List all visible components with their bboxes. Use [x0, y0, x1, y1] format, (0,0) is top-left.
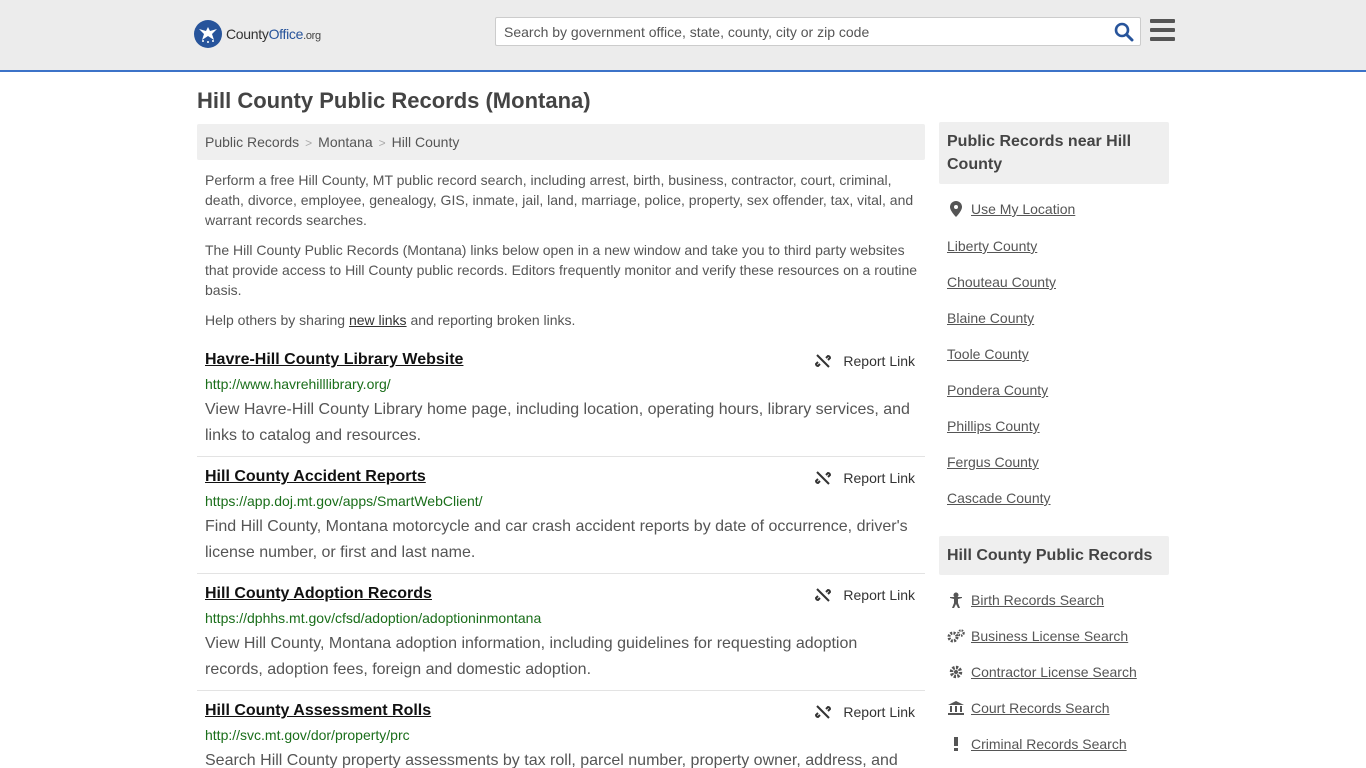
report-link-button[interactable]: Report Link: [815, 704, 915, 720]
breadcrumb-montana[interactable]: Montana: [318, 134, 372, 150]
baby-icon: [947, 592, 965, 608]
breadcrumb: Public Records > Montana > Hill County: [197, 124, 925, 160]
record-title-link[interactable]: Hill County Adoption Records: [205, 585, 432, 603]
page-title: Hill County Public Records (Montana): [197, 88, 591, 113]
nearby-county-link[interactable]: Liberty County: [947, 238, 1037, 254]
record-description: View Havre-Hill County Library home page…: [205, 401, 910, 444]
gear-icon: [947, 664, 965, 680]
court-records-link[interactable]: Court Records Search: [947, 700, 1110, 716]
birth-records-link[interactable]: Birth Records Search: [947, 592, 1104, 608]
record-item: Hill County Accident Reports Report Link…: [197, 468, 925, 574]
nearby-county-link[interactable]: Chouteau County: [947, 274, 1056, 290]
record-item: Hill County Assessment Rolls Report Link…: [197, 702, 925, 768]
broken-link-icon: [815, 588, 832, 602]
broken-link-icon: [815, 354, 832, 368]
breadcrumb-separator: >: [305, 136, 313, 150]
record-item: Havre-Hill County Library Website Report…: [197, 351, 925, 457]
eagle-seal-icon: [194, 20, 222, 48]
search-box: [495, 17, 1141, 46]
location-pin-icon: [947, 201, 965, 217]
intro-paragraph-1: Perform a free Hill County, MT public re…: [205, 172, 914, 228]
nearby-county-link[interactable]: Toole County: [947, 346, 1029, 362]
courthouse-icon: [947, 700, 965, 716]
broken-link-icon: [815, 471, 832, 485]
record-description: View Hill County, Montana adoption infor…: [205, 635, 858, 678]
breadcrumb-public-records[interactable]: Public Records: [205, 134, 299, 150]
county-records-heading: Hill County Public Records: [939, 536, 1169, 575]
record-url: https://dphhs.mt.gov/cfsd/adoption/adopt…: [205, 610, 542, 626]
nearby-county-link[interactable]: Fergus County: [947, 454, 1039, 470]
record-description: Search Hill County property assessments …: [205, 752, 898, 768]
new-links-link[interactable]: new links: [349, 312, 407, 328]
site-logo[interactable]: CountyOffice.org: [194, 20, 321, 48]
record-item: Hill County Adoption Records Report Link…: [197, 585, 925, 691]
criminal-records-link[interactable]: Criminal Records Search: [947, 736, 1127, 752]
hamburger-menu-icon[interactable]: [1150, 19, 1175, 41]
use-my-location-link[interactable]: Use My Location: [947, 201, 1075, 217]
nearby-county-link[interactable]: Pondera County: [947, 382, 1048, 398]
business-license-link[interactable]: Business License Search: [947, 628, 1128, 644]
intro-paragraph-2: The Hill County Public Records (Montana)…: [205, 242, 918, 298]
record-title-link[interactable]: Havre-Hill County Library Website: [205, 351, 463, 369]
contractor-license-link[interactable]: Contractor License Search: [947, 664, 1137, 680]
report-link-button[interactable]: Report Link: [815, 587, 915, 603]
report-link-button[interactable]: Report Link: [815, 470, 915, 486]
site-header: CountyOffice.org: [0, 0, 1366, 72]
logo-text: CountyOffice.org: [226, 26, 321, 42]
record-url: http://svc.mt.gov/dor/property/prc: [205, 727, 410, 743]
exclamation-icon: [947, 736, 965, 752]
record-title-link[interactable]: Hill County Accident Reports: [205, 468, 426, 486]
breadcrumb-hill-county[interactable]: Hill County: [392, 134, 460, 150]
record-url: https://app.doj.mt.gov/apps/SmartWebClie…: [205, 493, 483, 509]
breadcrumb-separator: >: [378, 136, 386, 150]
nearby-county-link[interactable]: Phillips County: [947, 418, 1040, 434]
nearby-heading: Public Records near Hill County: [939, 122, 1169, 184]
report-link-button[interactable]: Report Link: [815, 353, 915, 369]
gears-icon: [947, 628, 965, 644]
record-title-link[interactable]: Hill County Assessment Rolls: [205, 702, 431, 720]
nearby-county-link[interactable]: Cascade County: [947, 490, 1051, 506]
nearby-county-link[interactable]: Blaine County: [947, 310, 1034, 326]
intro-paragraph-3: Help others by sharing new links and rep…: [205, 312, 576, 328]
broken-link-icon: [815, 705, 832, 719]
search-icon[interactable]: [1114, 22, 1134, 42]
record-url: http://www.havrehilllibrary.org/: [205, 376, 391, 392]
search-input[interactable]: [496, 18, 1106, 45]
record-description: Find Hill County, Montana motorcycle and…: [205, 518, 908, 561]
